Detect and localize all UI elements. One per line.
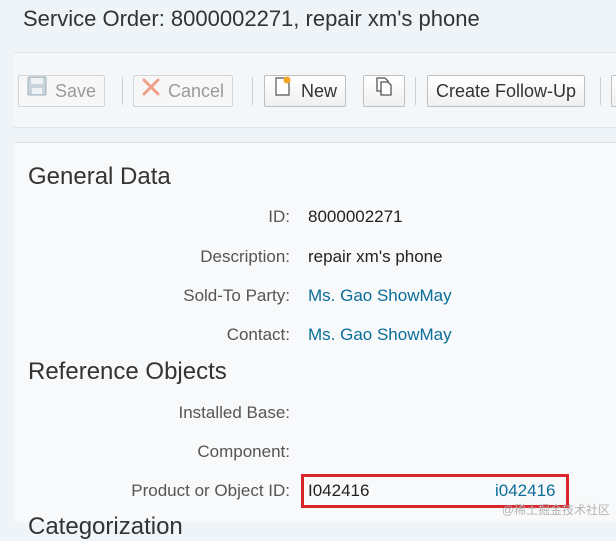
component-label: Component: (197, 442, 290, 461)
sold-to-party-label: Sold-To Party: (183, 286, 290, 305)
contact-link[interactable]: Ms. Gao ShowMay (308, 325, 452, 345)
more-button[interactable] (611, 75, 616, 107)
id-value: 8000002271 (308, 207, 403, 226)
save-icon (27, 75, 47, 105)
toolbar-separator (415, 77, 416, 105)
content-area: General Data ID: 8000002271 Description:… (14, 142, 616, 540)
id-label: ID: (268, 207, 290, 226)
new-button-label: New (301, 81, 338, 101)
copy-button[interactable] (363, 75, 405, 107)
product-object-id-label: Product or Object ID: (131, 481, 290, 500)
close-icon (142, 75, 160, 105)
installed-base-label: Installed Base: (178, 403, 290, 422)
reference-objects-heading: Reference Objects (28, 358, 227, 385)
contact-label: Contact: (226, 325, 290, 344)
save-button[interactable]: Save (18, 75, 106, 107)
general-data-heading: General Data (28, 163, 171, 190)
toolbar-separator (600, 77, 601, 105)
description-label: Description: (200, 247, 290, 266)
sold-to-party-link[interactable]: Ms. Gao ShowMay (308, 286, 452, 306)
new-document-icon (273, 75, 293, 105)
toolbar: Save Cancel New Create Follow-Up (14, 52, 616, 128)
toolbar-separator (122, 77, 123, 105)
categorization-heading: Categorization (28, 513, 183, 540)
page-title: Service Order: 8000002271, repair xm's p… (23, 6, 480, 31)
toolbar-separator (252, 77, 253, 105)
watermark: @稀土掘金技术社区 (501, 503, 610, 517)
create-follow-up-button[interactable]: Create Follow-Up (427, 75, 586, 107)
cancel-button-label: Cancel (168, 81, 225, 101)
copy-icon (374, 75, 394, 105)
description-value: repair xm's phone (308, 247, 443, 266)
save-button-label: Save (55, 81, 97, 101)
new-button[interactable]: New (264, 75, 347, 107)
cancel-button[interactable]: Cancel (133, 75, 234, 107)
